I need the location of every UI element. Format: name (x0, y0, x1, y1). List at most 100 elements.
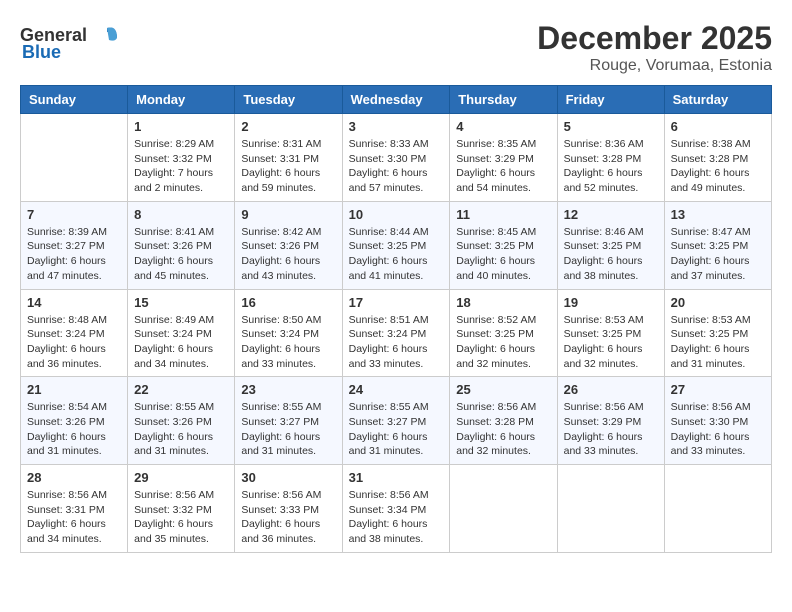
day-number: 1 (134, 119, 228, 134)
day-detail: Sunrise: 8:49 AM Sunset: 3:24 PM Dayligh… (134, 313, 228, 372)
weekday-header: Tuesday (235, 86, 342, 114)
location-title: Rouge, Vorumaa, Estonia (537, 57, 772, 75)
calendar-cell: 2 Sunrise: 8:31 AM Sunset: 3:31 PM Daylig… (235, 114, 342, 202)
calendar-week-row: 14Sunrise: 8:48 AM Sunset: 3:24 PM Dayli… (21, 289, 772, 377)
calendar-cell: 10Sunrise: 8:44 AM Sunset: 3:25 PM Dayli… (342, 201, 450, 289)
calendar-week-row: 21 Sunrise: 8:54 AM Sunset: 3:26 PM Dayli… (21, 377, 772, 465)
day-number: 17 (349, 295, 444, 310)
day-detail: Sunrise: 8:46 AM Sunset: 3:25 PM Dayligh… (564, 225, 658, 284)
calendar-cell: 6Sunrise: 8:38 AM Sunset: 3:28 PM Daylig… (664, 114, 771, 202)
calendar-cell: 25 Sunrise: 8:56 AM Sunset: 3:28 PM Dayli… (450, 377, 557, 465)
logo-blue: Blue (22, 42, 61, 63)
calendar-cell: 14Sunrise: 8:48 AM Sunset: 3:24 PM Dayli… (21, 289, 128, 377)
day-number: 24 (349, 382, 444, 397)
calendar-cell: 20 Sunrise: 8:53 AM Sunset: 3:25 PM Dayli… (664, 289, 771, 377)
calendar-cell: 23 Sunrise: 8:55 AM Sunset: 3:27 PM Dayli… (235, 377, 342, 465)
title-block: December 2025 Rouge, Vorumaa, Estonia (537, 20, 772, 75)
calendar-cell: 26 Sunrise: 8:56 AM Sunset: 3:29 PM Dayli… (557, 377, 664, 465)
calendar-cell: 19 Sunrise: 8:53 AM Sunset: 3:25 PM Dayli… (557, 289, 664, 377)
calendar-cell: 12 Sunrise: 8:46 AM Sunset: 3:25 PM Dayli… (557, 201, 664, 289)
calendar-cell: 28Sunrise: 8:56 AM Sunset: 3:31 PM Dayli… (21, 465, 128, 553)
day-detail: Sunrise: 8:42 AM Sunset: 3:26 PM Dayligh… (241, 225, 335, 284)
day-detail: Sunrise: 8:44 AM Sunset: 3:25 PM Dayligh… (349, 225, 444, 284)
calendar-cell: 4Sunrise: 8:35 AM Sunset: 3:29 PM Daylig… (450, 114, 557, 202)
day-detail: Sunrise: 8:51 AM Sunset: 3:24 PM Dayligh… (349, 313, 444, 372)
calendar-cell: 29 Sunrise: 8:56 AM Sunset: 3:32 PM Dayli… (128, 465, 235, 553)
day-number: 13 (671, 207, 765, 222)
day-number: 21 (27, 382, 121, 397)
day-number: 19 (564, 295, 658, 310)
calendar-table: SundayMondayTuesdayWednesdayThursdayFrid… (20, 85, 772, 553)
day-number: 11 (456, 207, 550, 222)
calendar-cell: 16Sunrise: 8:50 AM Sunset: 3:24 PM Dayli… (235, 289, 342, 377)
month-title: December 2025 (537, 20, 772, 57)
day-detail: Sunrise: 8:50 AM Sunset: 3:24 PM Dayligh… (241, 313, 335, 372)
day-number: 20 (671, 295, 765, 310)
day-number: 25 (456, 382, 550, 397)
day-detail: Sunrise: 8:39 AM Sunset: 3:27 PM Dayligh… (27, 225, 121, 284)
day-detail: Sunrise: 8:31 AM Sunset: 3:31 PM Dayligh… (241, 137, 335, 196)
calendar-cell: 1 Sunrise: 8:29 AM Sunset: 3:32 PM Daylig… (128, 114, 235, 202)
day-number: 23 (241, 382, 335, 397)
calendar-cell: 17 Sunrise: 8:51 AM Sunset: 3:24 PM Dayli… (342, 289, 450, 377)
calendar-cell: 5 Sunrise: 8:36 AM Sunset: 3:28 PM Daylig… (557, 114, 664, 202)
page-header: General Blue December 2025 Rouge, Voruma… (20, 20, 772, 75)
calendar-cell: 13 Sunrise: 8:47 AM Sunset: 3:25 PM Dayli… (664, 201, 771, 289)
day-detail: Sunrise: 8:55 AM Sunset: 3:26 PM Dayligh… (134, 400, 228, 459)
day-detail: Sunrise: 8:55 AM Sunset: 3:27 PM Dayligh… (241, 400, 335, 459)
logo-icon (89, 20, 119, 50)
day-detail: Sunrise: 8:47 AM Sunset: 3:25 PM Dayligh… (671, 225, 765, 284)
day-number: 18 (456, 295, 550, 310)
day-number: 12 (564, 207, 658, 222)
day-detail: Sunrise: 8:56 AM Sunset: 3:30 PM Dayligh… (671, 400, 765, 459)
calendar-cell: 7 Sunrise: 8:39 AM Sunset: 3:27 PM Daylig… (21, 201, 128, 289)
calendar-cell (21, 114, 128, 202)
calendar-cell: 15 Sunrise: 8:49 AM Sunset: 3:24 PM Dayli… (128, 289, 235, 377)
calendar-cell (557, 465, 664, 553)
day-detail: Sunrise: 8:36 AM Sunset: 3:28 PM Dayligh… (564, 137, 658, 196)
day-detail: Sunrise: 8:45 AM Sunset: 3:25 PM Dayligh… (456, 225, 550, 284)
day-detail: Sunrise: 8:48 AM Sunset: 3:24 PM Dayligh… (27, 313, 121, 372)
day-detail: Sunrise: 8:56 AM Sunset: 3:28 PM Dayligh… (456, 400, 550, 459)
calendar-cell: 3Sunrise: 8:33 AM Sunset: 3:30 PM Daylig… (342, 114, 450, 202)
day-number: 15 (134, 295, 228, 310)
day-detail: Sunrise: 8:54 AM Sunset: 3:26 PM Dayligh… (27, 400, 121, 459)
day-detail: Sunrise: 8:29 AM Sunset: 3:32 PM Dayligh… (134, 137, 228, 196)
day-number: 30 (241, 470, 335, 485)
day-number: 28 (27, 470, 121, 485)
day-detail: Sunrise: 8:41 AM Sunset: 3:26 PM Dayligh… (134, 225, 228, 284)
day-number: 26 (564, 382, 658, 397)
weekday-header: Monday (128, 86, 235, 114)
day-detail: Sunrise: 8:56 AM Sunset: 3:29 PM Dayligh… (564, 400, 658, 459)
weekday-header: Wednesday (342, 86, 450, 114)
day-number: 4 (456, 119, 550, 134)
day-number: 31 (349, 470, 444, 485)
day-detail: Sunrise: 8:56 AM Sunset: 3:34 PM Dayligh… (349, 488, 444, 547)
weekday-header-row: SundayMondayTuesdayWednesdayThursdayFrid… (21, 86, 772, 114)
day-number: 2 (241, 119, 335, 134)
day-number: 5 (564, 119, 658, 134)
day-number: 6 (671, 119, 765, 134)
day-detail: Sunrise: 8:56 AM Sunset: 3:33 PM Dayligh… (241, 488, 335, 547)
weekday-header: Sunday (21, 86, 128, 114)
calendar-cell: 27 Sunrise: 8:56 AM Sunset: 3:30 PM Dayli… (664, 377, 771, 465)
day-number: 9 (241, 207, 335, 222)
day-detail: Sunrise: 8:53 AM Sunset: 3:25 PM Dayligh… (564, 313, 658, 372)
calendar-cell: 18 Sunrise: 8:52 AM Sunset: 3:25 PM Dayli… (450, 289, 557, 377)
day-detail: Sunrise: 8:56 AM Sunset: 3:32 PM Dayligh… (134, 488, 228, 547)
calendar-cell: 30 Sunrise: 8:56 AM Sunset: 3:33 PM Dayli… (235, 465, 342, 553)
day-number: 7 (27, 207, 121, 222)
day-detail: Sunrise: 8:52 AM Sunset: 3:25 PM Dayligh… (456, 313, 550, 372)
calendar-cell (664, 465, 771, 553)
weekday-header: Saturday (664, 86, 771, 114)
day-number: 27 (671, 382, 765, 397)
calendar-cell (450, 465, 557, 553)
day-detail: Sunrise: 8:53 AM Sunset: 3:25 PM Dayligh… (671, 313, 765, 372)
calendar-cell: 21 Sunrise: 8:54 AM Sunset: 3:26 PM Dayli… (21, 377, 128, 465)
day-number: 8 (134, 207, 228, 222)
logo: General Blue (20, 20, 119, 63)
calendar-cell: 8 Sunrise: 8:41 AM Sunset: 3:26 PM Daylig… (128, 201, 235, 289)
day-number: 3 (349, 119, 444, 134)
day-number: 29 (134, 470, 228, 485)
calendar-cell: 24Sunrise: 8:55 AM Sunset: 3:27 PM Dayli… (342, 377, 450, 465)
